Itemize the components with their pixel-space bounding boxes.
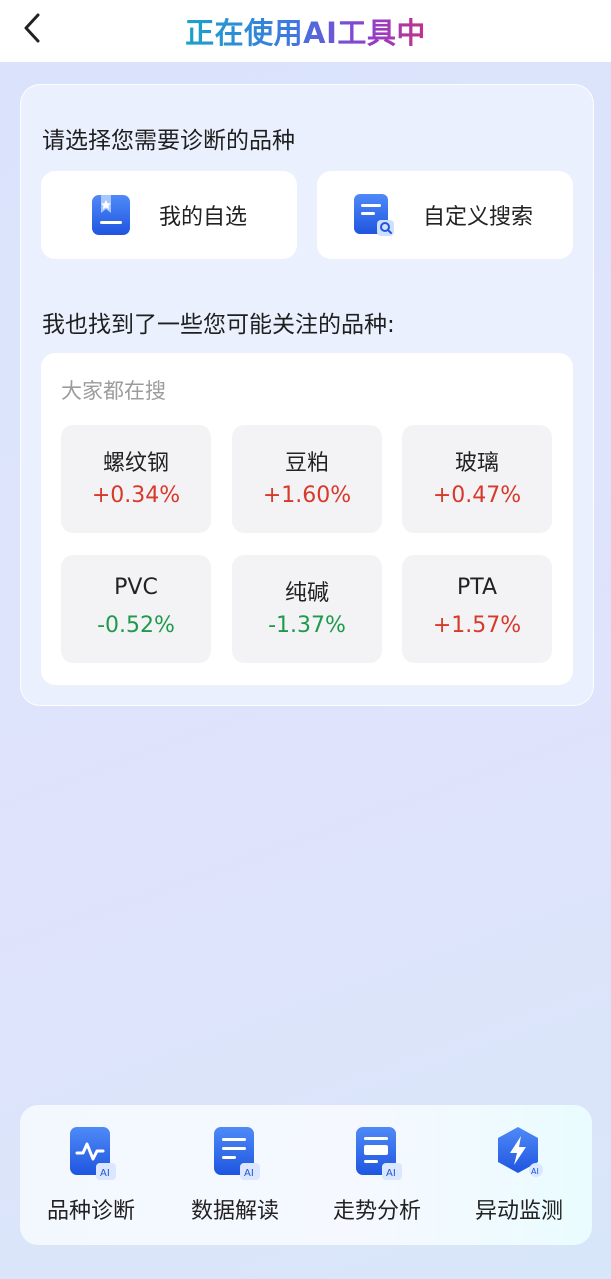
- select-prompt: 请选择您需要诊断的品种: [42, 128, 295, 154]
- suggest-prompt: 我也找到了一些您可能关注的品种:: [42, 312, 395, 338]
- selection-panel: 请选择您需要诊断的品种 我的自选 自定义搜索 我也找到了一些您可能关注的品种: …: [20, 84, 594, 706]
- tool-label: 异动监测: [474, 1199, 563, 1224]
- pulse-ai-icon: AI: [70, 1127, 116, 1180]
- back-button[interactable]: [14, 10, 50, 46]
- hot-item-name: 螺纹钢: [102, 451, 169, 476]
- lightning-hexagon-icon: AI: [498, 1127, 543, 1177]
- hot-item-name: PVC: [114, 575, 158, 600]
- hot-item-rebar[interactable]: 螺纹钢 +0.34%: [61, 425, 211, 533]
- top-bar: 正在使用AI工具中: [0, 0, 611, 62]
- document-ai-icon: AI: [214, 1127, 260, 1180]
- hot-item-change: -1.37%: [268, 613, 346, 638]
- hot-item-soda-ash[interactable]: 纯碱 -1.37%: [232, 555, 382, 663]
- my-watchlist-button[interactable]: 我的自选: [41, 171, 297, 259]
- tool-trend-analysis[interactable]: AI 走势分析: [312, 1125, 442, 1235]
- ai-tools-bar: AI 品种诊断 AI 数据解读 AI 走势分析 AI 异动监测: [20, 1105, 592, 1245]
- hot-item-change: +0.34%: [91, 483, 181, 508]
- hot-item-name: PTA: [456, 575, 498, 600]
- bookmark-star-icon: [92, 195, 130, 235]
- custom-search-button[interactable]: 自定义搜索: [317, 171, 573, 259]
- my-watchlist-label: 我的自选: [159, 205, 248, 230]
- hot-searches-card: 大家都在搜 螺纹钢 +0.34% 豆粕 +1.60% 玻璃 +0.47% PVC…: [41, 353, 573, 685]
- hot-item-change: -0.52%: [97, 613, 175, 638]
- hot-item-glass[interactable]: 玻璃 +0.47%: [402, 425, 552, 533]
- tool-label: 品种诊断: [46, 1199, 135, 1224]
- tool-label: 走势分析: [332, 1199, 421, 1224]
- tool-label: 数据解读: [190, 1199, 279, 1224]
- hot-item-soymeal[interactable]: 豆粕 +1.60%: [232, 425, 382, 533]
- hot-searches-title: 大家都在搜: [61, 379, 166, 403]
- svg-text:AI: AI: [386, 1168, 396, 1179]
- svg-text:AI: AI: [531, 1167, 539, 1176]
- svg-text:AI: AI: [100, 1168, 110, 1179]
- page-title: 正在使用AI工具中: [185, 10, 426, 52]
- tool-data-interpretation[interactable]: AI 数据解读: [170, 1125, 300, 1235]
- custom-search-label: 自定义搜索: [423, 205, 534, 230]
- hot-item-change: +1.60%: [262, 483, 352, 508]
- hot-item-change: +0.47%: [432, 483, 522, 508]
- chevron-left-icon: [24, 13, 40, 43]
- hot-item-pvc[interactable]: PVC -0.52%: [61, 555, 211, 663]
- hot-item-pta[interactable]: PTA +1.57%: [402, 555, 552, 663]
- hot-item-name: 豆粕: [284, 451, 329, 476]
- tool-variety-diagnosis[interactable]: AI 品种诊断: [26, 1125, 156, 1235]
- svg-text:AI: AI: [244, 1168, 254, 1179]
- tool-anomaly-monitoring[interactable]: AI 异动监测: [454, 1125, 584, 1235]
- hot-item-name: 纯碱: [284, 581, 329, 606]
- hot-item-name: 玻璃: [454, 451, 499, 476]
- hot-item-change: +1.57%: [432, 613, 522, 638]
- document-search-icon: [354, 194, 394, 236]
- report-ai-icon: AI: [356, 1127, 402, 1180]
